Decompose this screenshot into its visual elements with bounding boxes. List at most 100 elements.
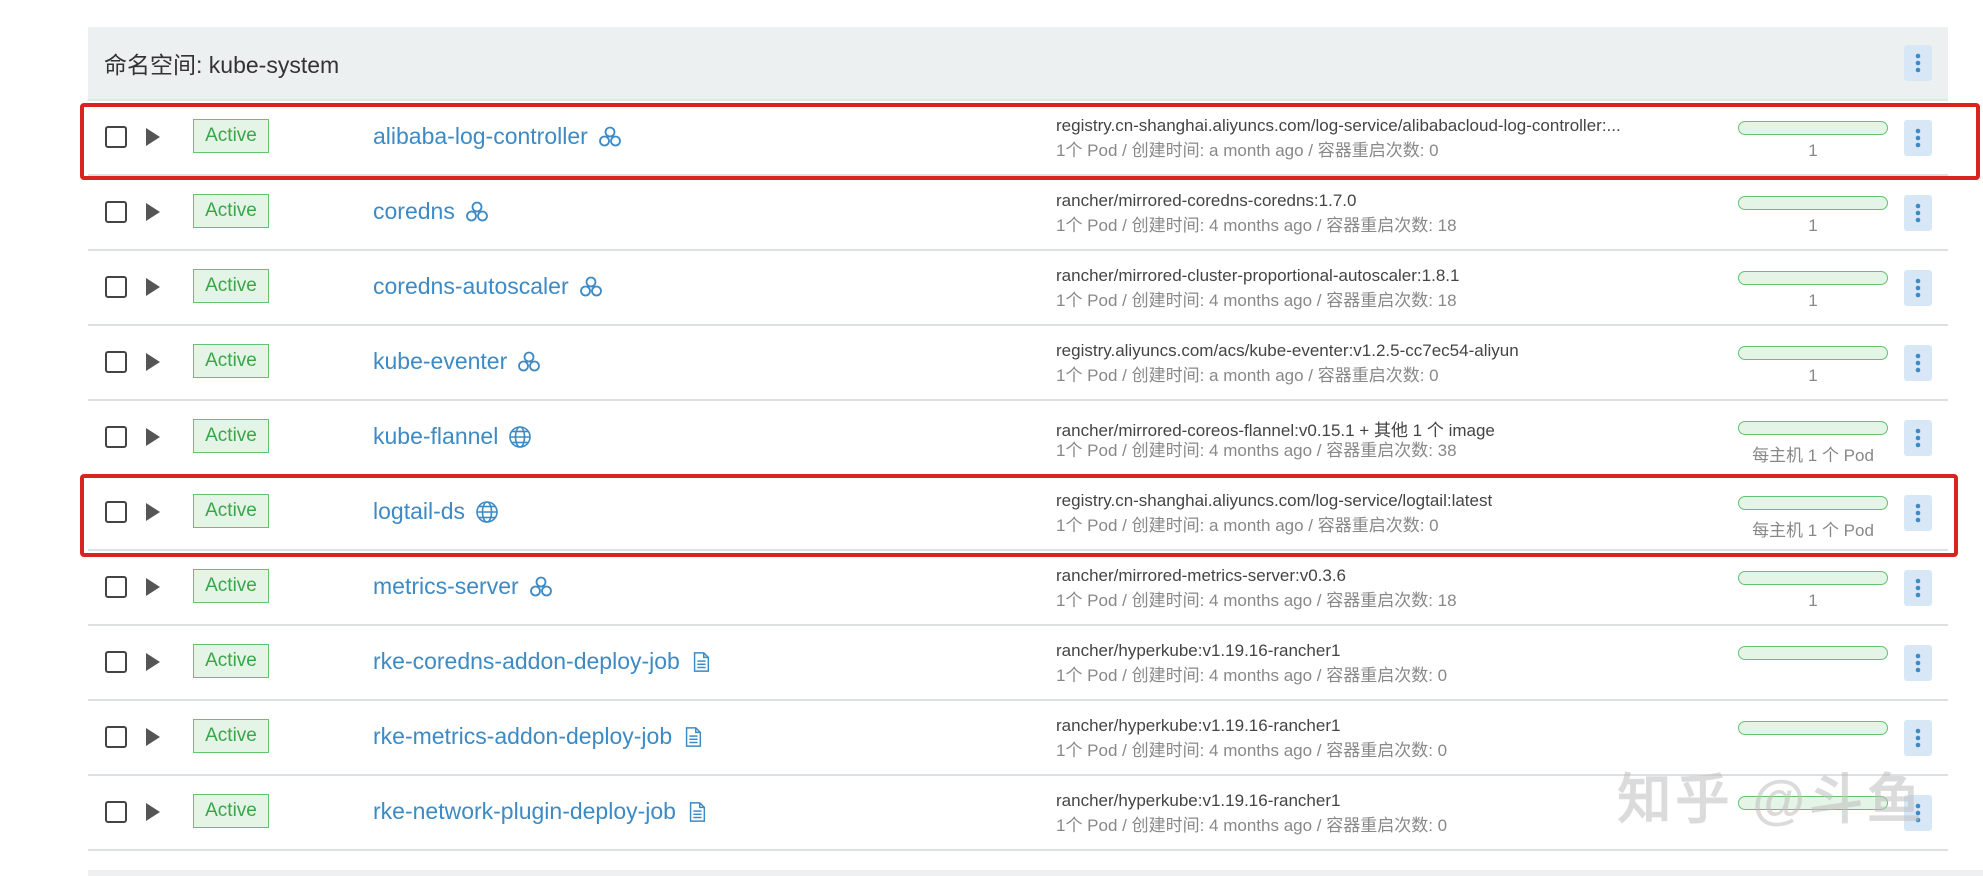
- workload-meta: 1个 Pod / 创建时间: 4 months ago / 容器重启次数: 18: [1056, 216, 1457, 235]
- document-icon: [682, 725, 706, 749]
- workload-image: rancher/mirrored-metrics-server:v0.3.6: [1056, 566, 1347, 585]
- scale-text: 1: [1808, 216, 1818, 235]
- workload-image: rancher/hyperkube:v1.19.16-rancher1: [1056, 716, 1341, 735]
- scale-text: 1: [1808, 591, 1818, 610]
- workload-link[interactable]: kube-eventer: [373, 348, 541, 375]
- workload-row-coredns-autoscaler: Active coredns-autoscaler rancher/mirrored…: [88, 251, 1948, 326]
- row-menu-button[interactable]: [1904, 645, 1932, 681]
- deployment-icon: [529, 575, 553, 599]
- workload-image: rancher/hyperkube:v1.19.16-rancher1: [1056, 791, 1341, 810]
- status-badge: Active: [193, 794, 269, 828]
- scale-bar: [1738, 421, 1888, 435]
- workload-meta: 1个 Pod / 创建时间: a month ago / 容器重启次数: 0: [1056, 366, 1439, 385]
- workload-name: rke-coredns-addon-deploy-job: [373, 648, 680, 674]
- workload-name: kube-flannel: [373, 423, 499, 449]
- status-badge: Active: [193, 419, 269, 453]
- row-checkbox[interactable]: [105, 576, 127, 598]
- kebab-icon: [1915, 428, 1921, 448]
- workload-meta: 1个 Pod / 创建时间: 4 months ago / 容器重启次数: 0: [1056, 666, 1448, 685]
- scale-text: 1: [1808, 291, 1818, 310]
- scale-bar: [1738, 271, 1888, 285]
- kebab-icon: [1915, 278, 1921, 298]
- expand-arrow-icon[interactable]: [146, 803, 160, 821]
- workload-image: rancher/mirrored-cluster-proportional-au…: [1056, 266, 1460, 285]
- globe-icon: [508, 425, 532, 449]
- workload-image: rancher/hyperkube:v1.19.16-rancher1: [1056, 641, 1341, 660]
- status-badge: Active: [193, 269, 269, 303]
- row-checkbox[interactable]: [105, 801, 127, 823]
- row-menu-button[interactable]: [1904, 570, 1932, 606]
- watermark: 知乎 @斗鱼: [1617, 770, 1925, 830]
- workload-link[interactable]: coredns-autoscaler: [373, 273, 603, 300]
- row-checkbox[interactable]: [105, 201, 127, 223]
- row-checkbox[interactable]: [105, 726, 127, 748]
- workload-image: rancher/mirrored-coredns-coredns:1.7.0: [1056, 191, 1357, 210]
- expand-arrow-icon[interactable]: [146, 353, 160, 371]
- namespace-title: 命名空间: kube-system: [104, 52, 340, 78]
- row-checkbox[interactable]: [105, 651, 127, 673]
- row-menu-button[interactable]: [1904, 195, 1932, 231]
- deployment-icon: [517, 350, 541, 374]
- status-badge: Active: [193, 194, 269, 228]
- workload-link[interactable]: rke-metrics-addon-deploy-job: [373, 723, 706, 750]
- status-badge: Active: [193, 719, 269, 753]
- workload-meta: 1个 Pod / 创建时间: 4 months ago / 容器重启次数: 0: [1056, 741, 1448, 760]
- expand-arrow-icon[interactable]: [146, 653, 160, 671]
- workload-name: rke-network-plugin-deploy-job: [373, 798, 676, 824]
- scale-text: 每主机 1 个 Pod: [1752, 446, 1874, 465]
- expand-arrow-icon[interactable]: [146, 278, 160, 296]
- highlight-box-alibaba-log-controller: [80, 103, 1980, 180]
- workload-name: metrics-server: [373, 573, 519, 599]
- workload-link[interactable]: rke-coredns-addon-deploy-job: [373, 648, 714, 675]
- workload-meta: 1个 Pod / 创建时间: 4 months ago / 容器重启次数: 18: [1056, 291, 1457, 310]
- deployment-icon: [465, 200, 489, 224]
- deployment-icon: [579, 275, 603, 299]
- document-icon: [690, 650, 714, 674]
- row-menu-button[interactable]: [1904, 270, 1932, 306]
- kebab-icon: [1915, 653, 1921, 673]
- workload-name: rke-metrics-addon-deploy-job: [373, 723, 673, 749]
- workload-row-metrics-server: Active metrics-server rancher/mirrored-met…: [88, 551, 1948, 626]
- kebab-icon: [1915, 353, 1921, 373]
- scale-text: 1: [1808, 366, 1818, 385]
- workload-name: kube-eventer: [373, 348, 508, 374]
- scale-bar: [1738, 571, 1888, 585]
- expand-arrow-icon[interactable]: [146, 428, 160, 446]
- expand-arrow-icon[interactable]: [146, 578, 160, 596]
- workload-row-coredns: Active coredns rancher/mirrored-coredns-co…: [88, 176, 1948, 251]
- status-badge: Active: [193, 344, 269, 378]
- status-badge: Active: [193, 644, 269, 678]
- workload-image: registry.aliyuncs.com/acs/kube-eventer:v…: [1056, 341, 1519, 360]
- workload-meta: 1个 Pod / 创建时间: 4 months ago / 容器重启次数: 0: [1056, 816, 1448, 835]
- expand-arrow-icon[interactable]: [146, 203, 160, 221]
- workload-link[interactable]: metrics-server: [373, 573, 553, 600]
- kebab-icon: [1915, 203, 1921, 223]
- workload-row-rke-coredns-addon-deploy-job: Active rke-coredns-addon-deploy-job ranche…: [88, 626, 1948, 701]
- highlight-box-logtail-ds: [80, 474, 1958, 557]
- workload-link[interactable]: coredns: [373, 198, 489, 225]
- row-checkbox[interactable]: [105, 351, 127, 373]
- workload-meta: 1个 Pod / 创建时间: 4 months ago / 容器重启次数: 18: [1056, 591, 1457, 610]
- expand-arrow-icon[interactable]: [146, 728, 160, 746]
- workload-row-kube-flannel: Active kube-flannel rancher/mirrored-coreo…: [88, 401, 1948, 476]
- scale-bar: [1738, 646, 1888, 660]
- kebab-icon: [1915, 728, 1921, 748]
- row-checkbox[interactable]: [105, 426, 127, 448]
- scale-bar: [1738, 346, 1888, 360]
- workload-name: coredns-autoscaler: [373, 273, 569, 299]
- row-menu-button[interactable]: [1904, 345, 1932, 381]
- workload-name: coredns: [373, 198, 455, 224]
- workload-meta: 1个 Pod / 创建时间: 4 months ago / 容器重启次数: 38: [1056, 441, 1457, 460]
- document-icon: [686, 800, 710, 824]
- status-badge: Active: [193, 569, 269, 603]
- scale-bar: [1738, 196, 1888, 210]
- workload-link[interactable]: rke-network-plugin-deploy-job: [373, 798, 710, 825]
- workload-link[interactable]: kube-flannel: [373, 423, 532, 450]
- kebab-icon: [1915, 53, 1921, 73]
- namespace-header: 命名空间: kube-system: [88, 27, 1948, 101]
- workload-row-kube-eventer: Active kube-eventer registry.aliyuncs.com/…: [88, 326, 1948, 401]
- row-menu-button[interactable]: [1904, 720, 1932, 756]
- namespace-menu-button[interactable]: [1904, 45, 1932, 81]
- row-checkbox[interactable]: [105, 276, 127, 298]
- row-menu-button[interactable]: [1904, 420, 1932, 456]
